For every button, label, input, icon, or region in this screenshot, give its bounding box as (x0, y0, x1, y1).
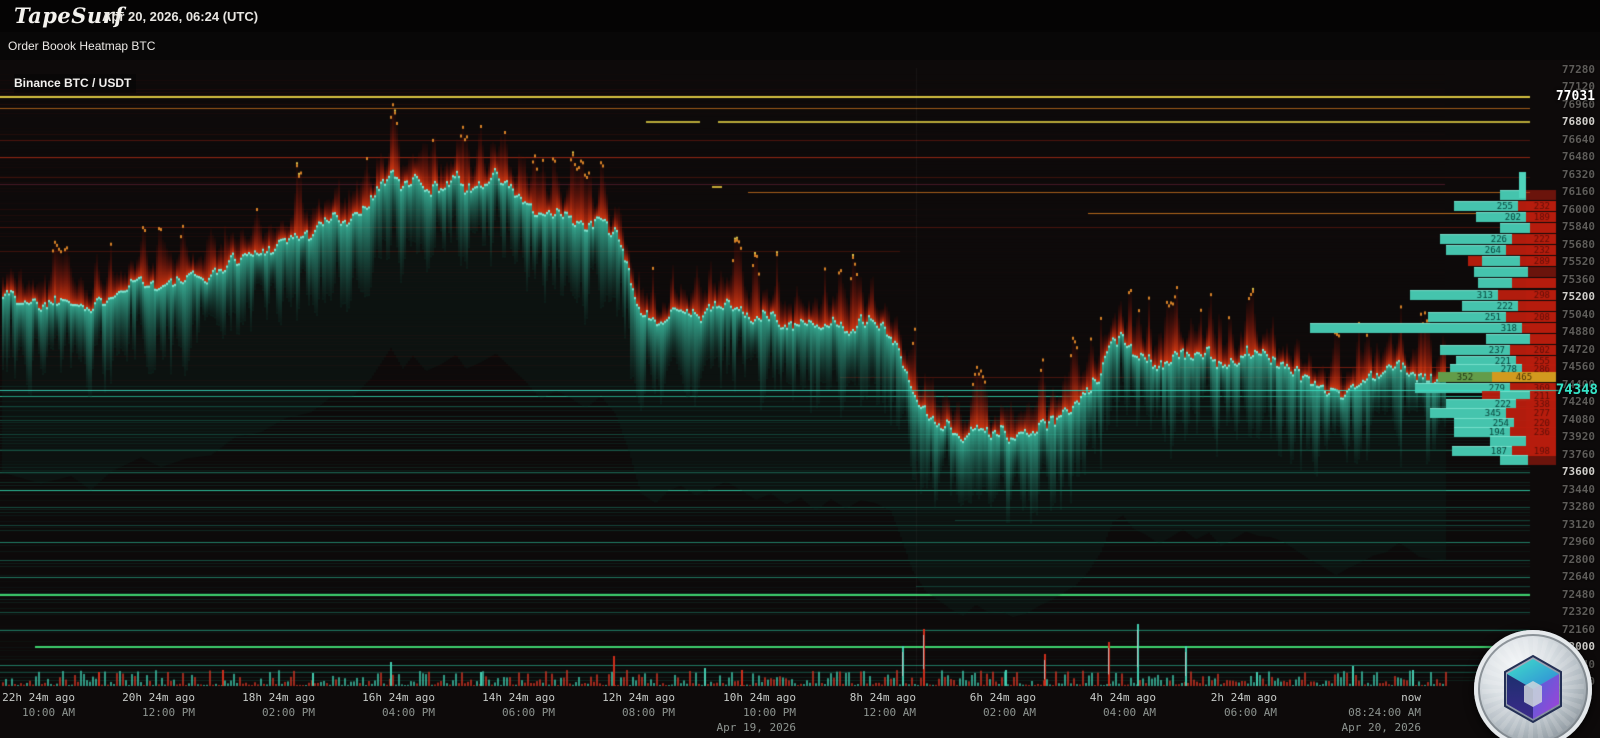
price-tick: 76800 (1561, 115, 1595, 129)
price-tick: 73760 (1561, 447, 1595, 461)
tapesurf-app: TapeSurf Apr 20, 2026, 06:24 (UTC) Order… (0, 0, 1600, 738)
price-tick: 72480 (1561, 587, 1595, 601)
price-tick: 75840 (1561, 220, 1595, 234)
tapesurf-coin-logo (1474, 630, 1592, 738)
cube-logo-icon (1504, 654, 1562, 724)
time-tick: 20h 24m ago 12:00 PM (122, 691, 195, 719)
price-tick: 75200 (1561, 290, 1595, 304)
time-tick: 6h 24m ago 02:00 AM (969, 691, 1036, 719)
price-tick: 76480 (1561, 150, 1595, 164)
time-tick: 18h 24m ago 02:00 PM (242, 691, 315, 719)
price-tick: 73280 (1561, 500, 1595, 514)
utc-timestamp: Apr 20, 2026, 06:24 (UTC) (102, 9, 259, 24)
price-tick: 76000 (1561, 202, 1595, 216)
price-tick: 74560 (1561, 360, 1595, 374)
price-tick: 73600 (1561, 465, 1595, 479)
price-tick: 77280 (1561, 63, 1595, 76)
orderbook-heatmap-canvas[interactable] (0, 60, 1600, 738)
price-tick: 73120 (1561, 517, 1595, 531)
time-tick: 4h 24m ago 04:00 AM (1089, 691, 1156, 719)
price-tick: 76320 (1561, 167, 1595, 181)
price-tick: 75680 (1561, 237, 1595, 251)
price-tick: 74720 (1561, 342, 1595, 356)
current-price-label: 74348 (1555, 382, 1598, 399)
time-tick: now 08:24:00 AM Apr 20, 2026 (1341, 691, 1421, 734)
time-tick: 8h 24m ago 12:00 AM (849, 691, 916, 719)
price-tick: 76640 (1561, 132, 1595, 146)
page-title: Order Boook Heatmap BTC (8, 39, 156, 53)
highlighted-price-label: 77031 (1555, 89, 1595, 105)
time-tick: 10h 24m ago 10:00 PM Apr 19, 2026 (716, 691, 796, 734)
time-tick: 12h 24m ago 08:00 PM (602, 691, 675, 719)
time-tick: 14h 24m ago 06:00 PM (482, 691, 555, 719)
price-tick: 72640 (1561, 570, 1595, 584)
sub-header-bar: Order Boook Heatmap BTC (0, 32, 1600, 61)
price-tick: 72960 (1561, 535, 1595, 549)
price-tick: 75520 (1561, 255, 1595, 269)
price-tick: 73440 (1561, 482, 1595, 496)
price-tick: 72800 (1561, 552, 1595, 566)
orderbook-heatmap-chart: Binance BTC / USDT 77280 77120 76960 76800 7… (0, 60, 1600, 738)
symbol-label: Binance BTC / USDT (14, 74, 137, 93)
price-tick: 74880 (1561, 325, 1595, 339)
time-tick: 22h 24m ago 10:00 AM (2, 691, 75, 719)
price-tick: 75360 (1561, 272, 1595, 286)
time-tick: 16h 24m ago 04:00 PM (362, 691, 435, 719)
price-tick: 73920 (1561, 430, 1595, 444)
price-tick: 72320 (1561, 605, 1595, 619)
time-tick: 2h 24m ago 06:00 AM (1210, 691, 1277, 719)
top-header-bar: TapeSurf Apr 20, 2026, 06:24 (UTC) (0, 0, 1600, 32)
price-tick: 75040 (1561, 307, 1595, 321)
price-tick: 76160 (1561, 185, 1595, 199)
price-tick: 74080 (1561, 412, 1595, 426)
